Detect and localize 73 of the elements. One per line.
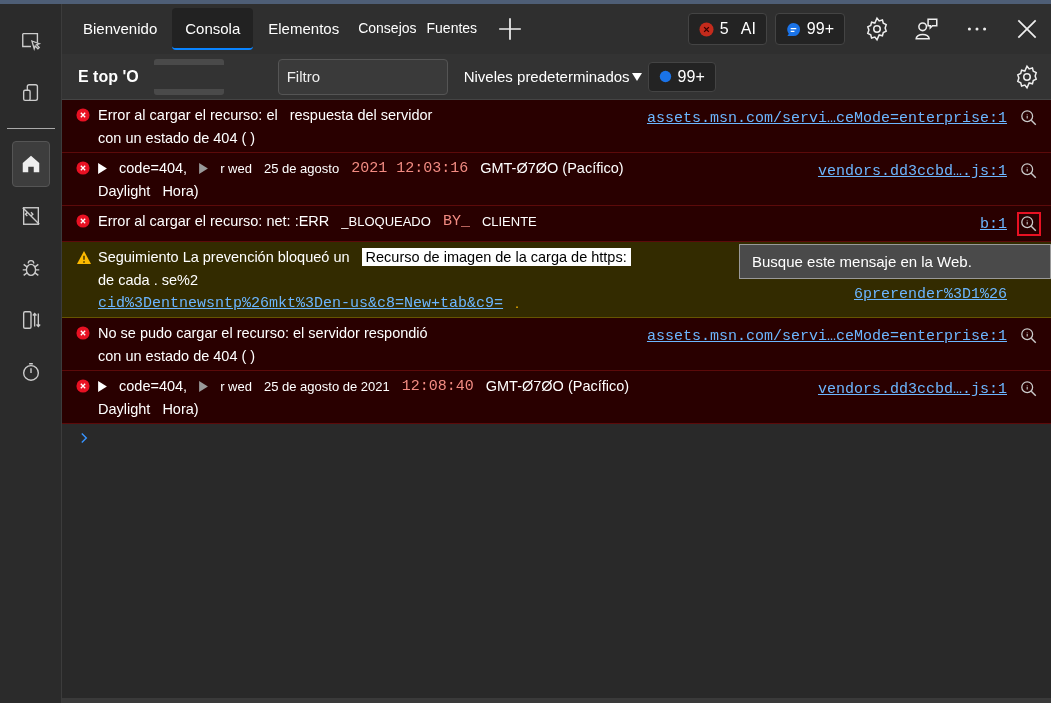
message-text: Seguimiento La prevención bloqueó un xyxy=(98,249,350,265)
url-link[interactable]: cid%3Dentnewsntp%26mkt%3Den-us&c8=New+tab&c9= xyxy=(98,294,504,312)
expand-triangle-icon[interactable] xyxy=(98,162,107,174)
message-text: GMT-Ø7ØO (Pacífico) xyxy=(480,160,624,176)
add-tab-icon[interactable] xyxy=(497,16,524,42)
message-text: Hora) xyxy=(162,183,199,199)
home-tool-button[interactable] xyxy=(11,141,50,187)
source-link[interactable]: 6prerender%3D1%26 xyxy=(853,286,1007,303)
search-icon xyxy=(1020,327,1038,345)
message-text: de cada . se%2 xyxy=(98,272,198,288)
source-link[interactable]: assets.msn.com/servi…ceMode=enterprise:1 xyxy=(646,328,1007,345)
message-text: 25 de agosto xyxy=(263,160,340,176)
message-text: Daylight xyxy=(98,401,151,417)
panel-tab[interactable]: Consejos xyxy=(354,8,421,50)
caret-icon xyxy=(631,72,642,81)
feedback-icon[interactable] xyxy=(914,16,940,42)
message-text: BY_ xyxy=(442,212,470,230)
expand-triangle-icon[interactable] xyxy=(199,162,209,174)
expand-triangle-icon[interactable] xyxy=(199,380,209,392)
panel-tab[interactable]: Elementos xyxy=(255,8,353,50)
settings-icon[interactable] xyxy=(864,16,890,42)
inspect-icon xyxy=(19,30,42,52)
search-icon xyxy=(1020,215,1038,233)
source-link[interactable]: assets.msn.com/servi…ceMode=enterprise:1 xyxy=(646,110,1007,127)
message-text: Daylight xyxy=(98,183,151,199)
message-text: Error al cargar el recurso: net: :ERR xyxy=(98,213,330,229)
source-link[interactable]: b:1 xyxy=(980,216,1007,233)
panel-tab[interactable]: Fuentes xyxy=(422,8,482,50)
message-text: code=404, xyxy=(119,378,188,394)
tooltip: Busque este mensaje en la Web. xyxy=(739,244,1051,279)
search-button[interactable] xyxy=(1017,212,1041,236)
message-text: con un estado de 404 ( ) xyxy=(98,348,256,364)
settings-icon[interactable] xyxy=(1014,63,1040,90)
search-icon xyxy=(1020,162,1038,180)
prompt-chevron-icon xyxy=(80,432,89,444)
message-text: Error al cargar el recurso: el xyxy=(98,107,278,123)
message-text: Hora) xyxy=(162,401,199,417)
error-icon xyxy=(76,326,90,340)
source-link[interactable]: vendors.dd3ccbd….js:1 xyxy=(817,381,1007,398)
message-text: . xyxy=(515,295,520,311)
error-icon xyxy=(76,161,90,175)
error-icon xyxy=(698,21,714,37)
message-icon xyxy=(785,21,801,37)
message-text: No se pudo cargar el recurso: el servidor respondió xyxy=(98,325,428,341)
error-icon xyxy=(76,379,90,393)
context-selector[interactable]: E top 'O xyxy=(78,67,139,86)
message-icon xyxy=(658,70,672,83)
message-text: respuesta del servidor xyxy=(289,107,433,123)
message-text: r wed xyxy=(220,378,252,394)
warning-icon xyxy=(76,250,92,265)
levels-dropdown[interactable]: Niveles predeterminados xyxy=(457,67,636,86)
expand-triangle-icon[interactable] xyxy=(98,380,107,392)
message-text: CLIENTE xyxy=(481,213,537,229)
message-count-badge[interactable]: 99+ xyxy=(774,13,845,45)
panel-tab[interactable]: Bienvenido xyxy=(70,8,171,50)
message-text: con un estado de 404 ( ) xyxy=(98,130,256,146)
error-icon xyxy=(76,214,90,228)
source-link[interactable]: vendors.dd3ccbd….js:1 xyxy=(817,163,1007,180)
message-text: code=404, xyxy=(119,160,188,176)
search-icon xyxy=(1020,380,1038,398)
panel-tab[interactable]: Consola xyxy=(172,8,254,50)
highlighted-text: Recurso de imagen de la carga de https: xyxy=(361,248,631,266)
message-text: 25 de agosto de 2021 xyxy=(263,378,390,394)
message-text: GMT-Ø7ØO (Pacífico) xyxy=(485,378,630,394)
message-text: 2021 12:03:16 xyxy=(351,159,469,177)
message-count-badge[interactable]: 99+ xyxy=(647,61,716,92)
message-text: 12:08:40 xyxy=(401,377,474,395)
message-text: r wed xyxy=(220,160,252,176)
filter-field[interactable]: Filtro xyxy=(277,58,448,95)
error-count-badge[interactable]: 5 AI xyxy=(687,13,767,45)
search-icon xyxy=(1020,109,1038,127)
error-icon xyxy=(76,108,90,122)
message-text: _BLOQUEADO xyxy=(341,213,431,229)
